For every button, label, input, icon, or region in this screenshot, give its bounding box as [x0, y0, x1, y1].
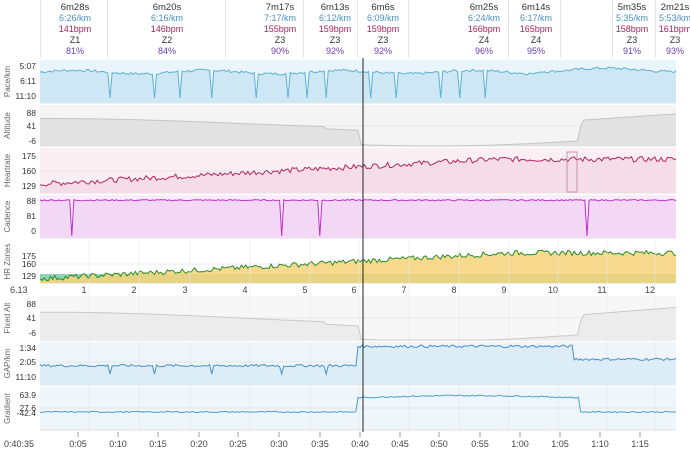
panel-tick-label: 88	[27, 196, 37, 206]
panel-axis-label: Cadence	[3, 200, 12, 233]
panel-tick-label: 41	[27, 121, 37, 131]
x-tick-label: 1:05	[551, 439, 569, 449]
panel-tick-label: 11:10	[15, 372, 36, 382]
distance-mark: 11	[597, 285, 606, 295]
x-tick-label: 0:05	[69, 439, 87, 449]
panel-tick-label: 63.9	[19, 390, 36, 400]
distance-mark: 1	[81, 285, 86, 295]
x-tick-label: 0:10	[109, 439, 127, 449]
distance-mark: 6	[351, 285, 356, 295]
panel-tick-label: 0	[31, 226, 36, 236]
panel-tick-label: 88	[27, 299, 37, 309]
x-tick-label: 1:00	[511, 439, 529, 449]
x-tick-label: 0:30	[270, 439, 288, 449]
distance-mark: 2	[131, 285, 136, 295]
distance-mark: 7	[401, 285, 406, 295]
cadence-area	[40, 199, 676, 238]
panel-tick-label: 88	[27, 108, 37, 118]
panel-axis-label: Pace/km	[3, 66, 12, 97]
panel-tick-label: 129	[22, 181, 36, 191]
distance-mark: 12	[645, 285, 655, 295]
panel-tick-label: 1:34	[19, 343, 36, 353]
panel-tick-label: 41	[27, 313, 37, 323]
panel-axis-label: Fixed Alt	[3, 302, 12, 333]
panel-tick-label: 129	[22, 271, 36, 281]
x-tick-label: 1:15	[631, 439, 649, 449]
x-tick-label: 0:45	[391, 439, 409, 449]
x-tick-label: 0:50	[430, 439, 448, 449]
panel-tick-label: 2:05	[19, 357, 36, 367]
x-tick-label: 0:15	[149, 439, 167, 449]
activity-chart: 6m28s 6:26/km 141bpm Z1 81% 6m20s 6:16/km 146bp…	[0, 0, 690, 468]
panel-axis-label: HR Zones	[3, 243, 12, 279]
x-tick-label: 1:10	[591, 439, 609, 449]
panel-axis-label: Altitude	[3, 112, 12, 139]
panel-tick-label: 160	[22, 166, 36, 176]
distance-mark: 6.13	[10, 285, 28, 295]
distance-mark: 10	[548, 285, 558, 295]
x-tick-label: 0:20	[190, 439, 208, 449]
panel-tick-label: -42.4	[17, 408, 37, 418]
stacked-plot[interactable]: Pace/km 5:076:1111:10Altitude 8841-6Heartr…	[0, 0, 690, 468]
distance-mark: 4	[242, 285, 247, 295]
panel-tick-label: 6:11	[20, 76, 36, 86]
panel-tick-label: 160	[22, 259, 36, 269]
x-tick-label: 0:40	[351, 439, 369, 449]
distance-mark: 9	[501, 285, 506, 295]
panel-tick-label: -6	[28, 136, 36, 146]
panel-axis-label: GAP/km	[3, 348, 12, 378]
distance-mark: 3	[182, 285, 187, 295]
panel-tick-label: 175	[22, 151, 36, 161]
distance-mark: 5	[302, 285, 307, 295]
panel-tick-label: -6	[28, 328, 36, 338]
x-tick-label: 0:55	[471, 439, 489, 449]
panel-axis-label: Gradient	[3, 392, 12, 423]
x-tick-label: 0:35	[311, 439, 329, 449]
panel-tick-label: 81	[27, 211, 37, 221]
distance-mark: 8	[451, 285, 456, 295]
cursor-time-label: 0:40:35	[4, 439, 34, 449]
panel-tick-label: 11:10	[15, 91, 36, 101]
panel-axis-label: Heartrate	[3, 153, 12, 187]
panel-tick-label: 5:07	[19, 61, 36, 71]
x-tick-label: 0:25	[229, 439, 247, 449]
